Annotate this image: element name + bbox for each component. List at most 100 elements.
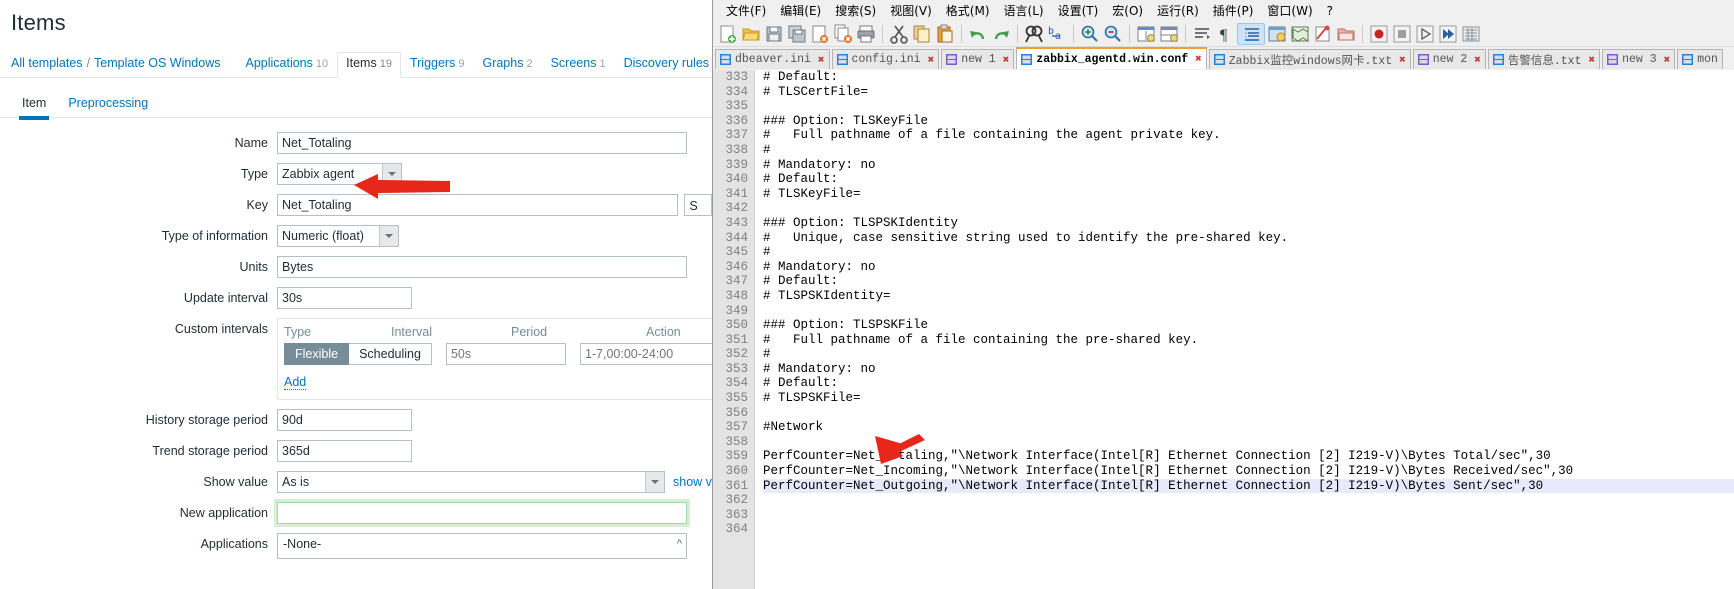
close-file-icon[interactable]	[809, 23, 831, 45]
code-line[interactable]: # Mandatory: no	[763, 158, 1734, 173]
code-line[interactable]: # Mandatory: no	[763, 260, 1734, 275]
code-line[interactable]: # Default:	[763, 172, 1734, 187]
breadcrumb-all-templates[interactable]: All templates	[11, 56, 83, 70]
code-line[interactable]: # Full pathname of a file containing the…	[763, 333, 1734, 348]
cut-icon[interactable]	[888, 23, 910, 45]
menu-language[interactable]: 语言(L)	[997, 0, 1051, 21]
menu-plugins[interactable]: 插件(P)	[1206, 0, 1261, 21]
save-all-icon[interactable]	[786, 23, 808, 45]
code-line[interactable]: # Unique, case sensitive string used to …	[763, 231, 1734, 246]
tab-config-ini[interactable]: config.ini ✖	[831, 49, 940, 69]
add-interval-link[interactable]: Add	[284, 375, 307, 390]
copy-icon[interactable]	[911, 23, 933, 45]
close-icon[interactable]: ✖	[1003, 53, 1010, 67]
code-text-area[interactable]: # Default: # TLSCertFile= ### Option: TLSK…	[755, 70, 1734, 589]
close-icon[interactable]: ✖	[1399, 53, 1406, 67]
tab-zabbix-windows-nic-txt[interactable]: Zabbix监控windows网卡.txt ✖	[1208, 49, 1411, 69]
code-line[interactable]: PerfCounter=Net_Totaling,"\Network Inter…	[763, 449, 1734, 464]
stop-macro-icon[interactable]	[1391, 23, 1413, 45]
update-interval-input[interactable]	[277, 287, 412, 309]
replace-icon[interactable]: ba	[1046, 23, 1068, 45]
code-line[interactable]	[763, 201, 1734, 216]
menu-run[interactable]: 运行(R)	[1150, 0, 1206, 21]
history-storage-period-input[interactable]	[277, 409, 412, 431]
tab-dbeaver-ini[interactable]: dbeaver.ini ✖	[715, 49, 830, 69]
tab-screens[interactable]: Screens 1	[542, 52, 615, 77]
zoom-out-icon[interactable]	[1102, 23, 1124, 45]
name-input[interactable]	[277, 132, 687, 154]
custom-interval-input[interactable]	[445, 343, 566, 365]
key-select-button[interactable]: S	[684, 194, 712, 216]
code-line[interactable]: # TLSKeyFile=	[763, 187, 1734, 202]
close-icon[interactable]: ✖	[1588, 53, 1595, 67]
record-macro-icon[interactable]	[1368, 23, 1390, 45]
code-line[interactable]: # Default:	[763, 274, 1734, 289]
code-line[interactable]: # Default:	[763, 376, 1734, 391]
code-line[interactable]: # TLSPSKFile=	[763, 391, 1734, 406]
tab-graphs[interactable]: Graphs 2	[473, 52, 541, 77]
word-wrap-icon[interactable]	[1191, 23, 1213, 45]
tab-discovery-rules[interactable]: Discovery rules3	[615, 52, 712, 77]
code-line[interactable]: PerfCounter=Net_Incoming,"\Network Inter…	[763, 464, 1734, 479]
menu-format[interactable]: 格式(M)	[939, 0, 997, 21]
play-macro-icon[interactable]	[1414, 23, 1436, 45]
save-macro-icon[interactable]	[1460, 23, 1482, 45]
open-file-icon[interactable]	[740, 23, 762, 45]
close-all-icon[interactable]	[832, 23, 854, 45]
code-line[interactable]	[763, 406, 1734, 421]
menu-macro[interactable]: 宏(O)	[1105, 0, 1150, 21]
undo-icon[interactable]	[967, 23, 989, 45]
tab-zabbix-agentd-win-conf[interactable]: zabbix_agentd.win.conf ✖	[1016, 47, 1207, 69]
close-icon[interactable]: ✖	[1474, 53, 1481, 67]
code-line[interactable]: # TLSPSKIdentity=	[763, 289, 1734, 304]
code-line[interactable]	[763, 522, 1734, 537]
code-line[interactable]	[763, 435, 1734, 450]
code-line[interactable]: #	[763, 245, 1734, 260]
tab-new-3[interactable]: new 3 ✖	[1602, 49, 1676, 69]
tab-new-1[interactable]: new 1 ✖	[941, 49, 1015, 69]
menu-edit[interactable]: 编辑(E)	[773, 0, 828, 21]
type-of-information-select[interactable]: Numeric (float)	[277, 225, 399, 247]
tab-mon[interactable]: mon	[1677, 49, 1723, 69]
code-line[interactable]: #Network	[763, 420, 1734, 435]
code-line[interactable]	[763, 508, 1734, 523]
show-all-chars-icon[interactable]: ¶	[1214, 23, 1236, 45]
save-icon[interactable]	[763, 23, 785, 45]
menu-file[interactable]: 文件(F)	[719, 0, 773, 21]
show-value-select[interactable]: As is	[277, 471, 665, 493]
custom-period-input[interactable]	[579, 343, 712, 365]
code-line[interactable]: PerfCounter=Net_Outgoing,"\Network Inter…	[763, 478, 1734, 494]
close-icon[interactable]: ✖	[1664, 53, 1671, 67]
show-value-mappings-link[interactable]: show v	[673, 475, 712, 489]
subtab-preprocessing[interactable]: Preprocessing	[57, 96, 159, 117]
flexible-toggle[interactable]: Flexible	[284, 343, 350, 365]
indent-guide-icon[interactable]	[1237, 22, 1265, 45]
subtab-item[interactable]: Item	[11, 96, 57, 120]
sync-horizontal-icon[interactable]	[1158, 23, 1180, 45]
code-line[interactable]: # Mandatory: no	[763, 362, 1734, 377]
close-icon[interactable]: ✖	[928, 53, 935, 67]
code-line[interactable]: #	[763, 143, 1734, 158]
fast-play-macro-icon[interactable]	[1437, 23, 1459, 45]
redo-icon[interactable]	[990, 23, 1012, 45]
find-icon[interactable]	[1023, 23, 1045, 45]
zoom-in-icon[interactable]	[1079, 23, 1101, 45]
key-input[interactable]	[277, 194, 679, 216]
chevron-up-icon[interactable]: ^	[677, 538, 682, 550]
tab-triggers[interactable]: Triggers 9	[401, 52, 474, 77]
applications-listbox[interactable]: -None- ^	[277, 533, 687, 559]
code-line[interactable]: # TLSCertFile=	[763, 85, 1734, 100]
close-icon[interactable]: ✖	[1195, 52, 1202, 66]
interval-type-toggle[interactable]: Flexible Scheduling	[284, 343, 432, 365]
user-defined-dialog-icon[interactable]	[1266, 23, 1288, 45]
menu-search[interactable]: 搜索(S)	[828, 0, 883, 21]
code-line[interactable]: ### Option: TLSKeyFile	[763, 114, 1734, 129]
new-application-input[interactable]	[277, 502, 687, 524]
menu-settings[interactable]: 设置(T)	[1051, 0, 1106, 21]
code-line[interactable]: #	[763, 347, 1734, 362]
menu-window[interactable]: 窗口(W)	[1260, 0, 1319, 21]
tab-items[interactable]: Items 19	[337, 52, 401, 78]
menu-view[interactable]: 视图(V)	[883, 0, 939, 21]
trend-storage-period-input[interactable]	[277, 440, 412, 462]
tab-new-2[interactable]: new 2 ✖	[1412, 49, 1486, 69]
